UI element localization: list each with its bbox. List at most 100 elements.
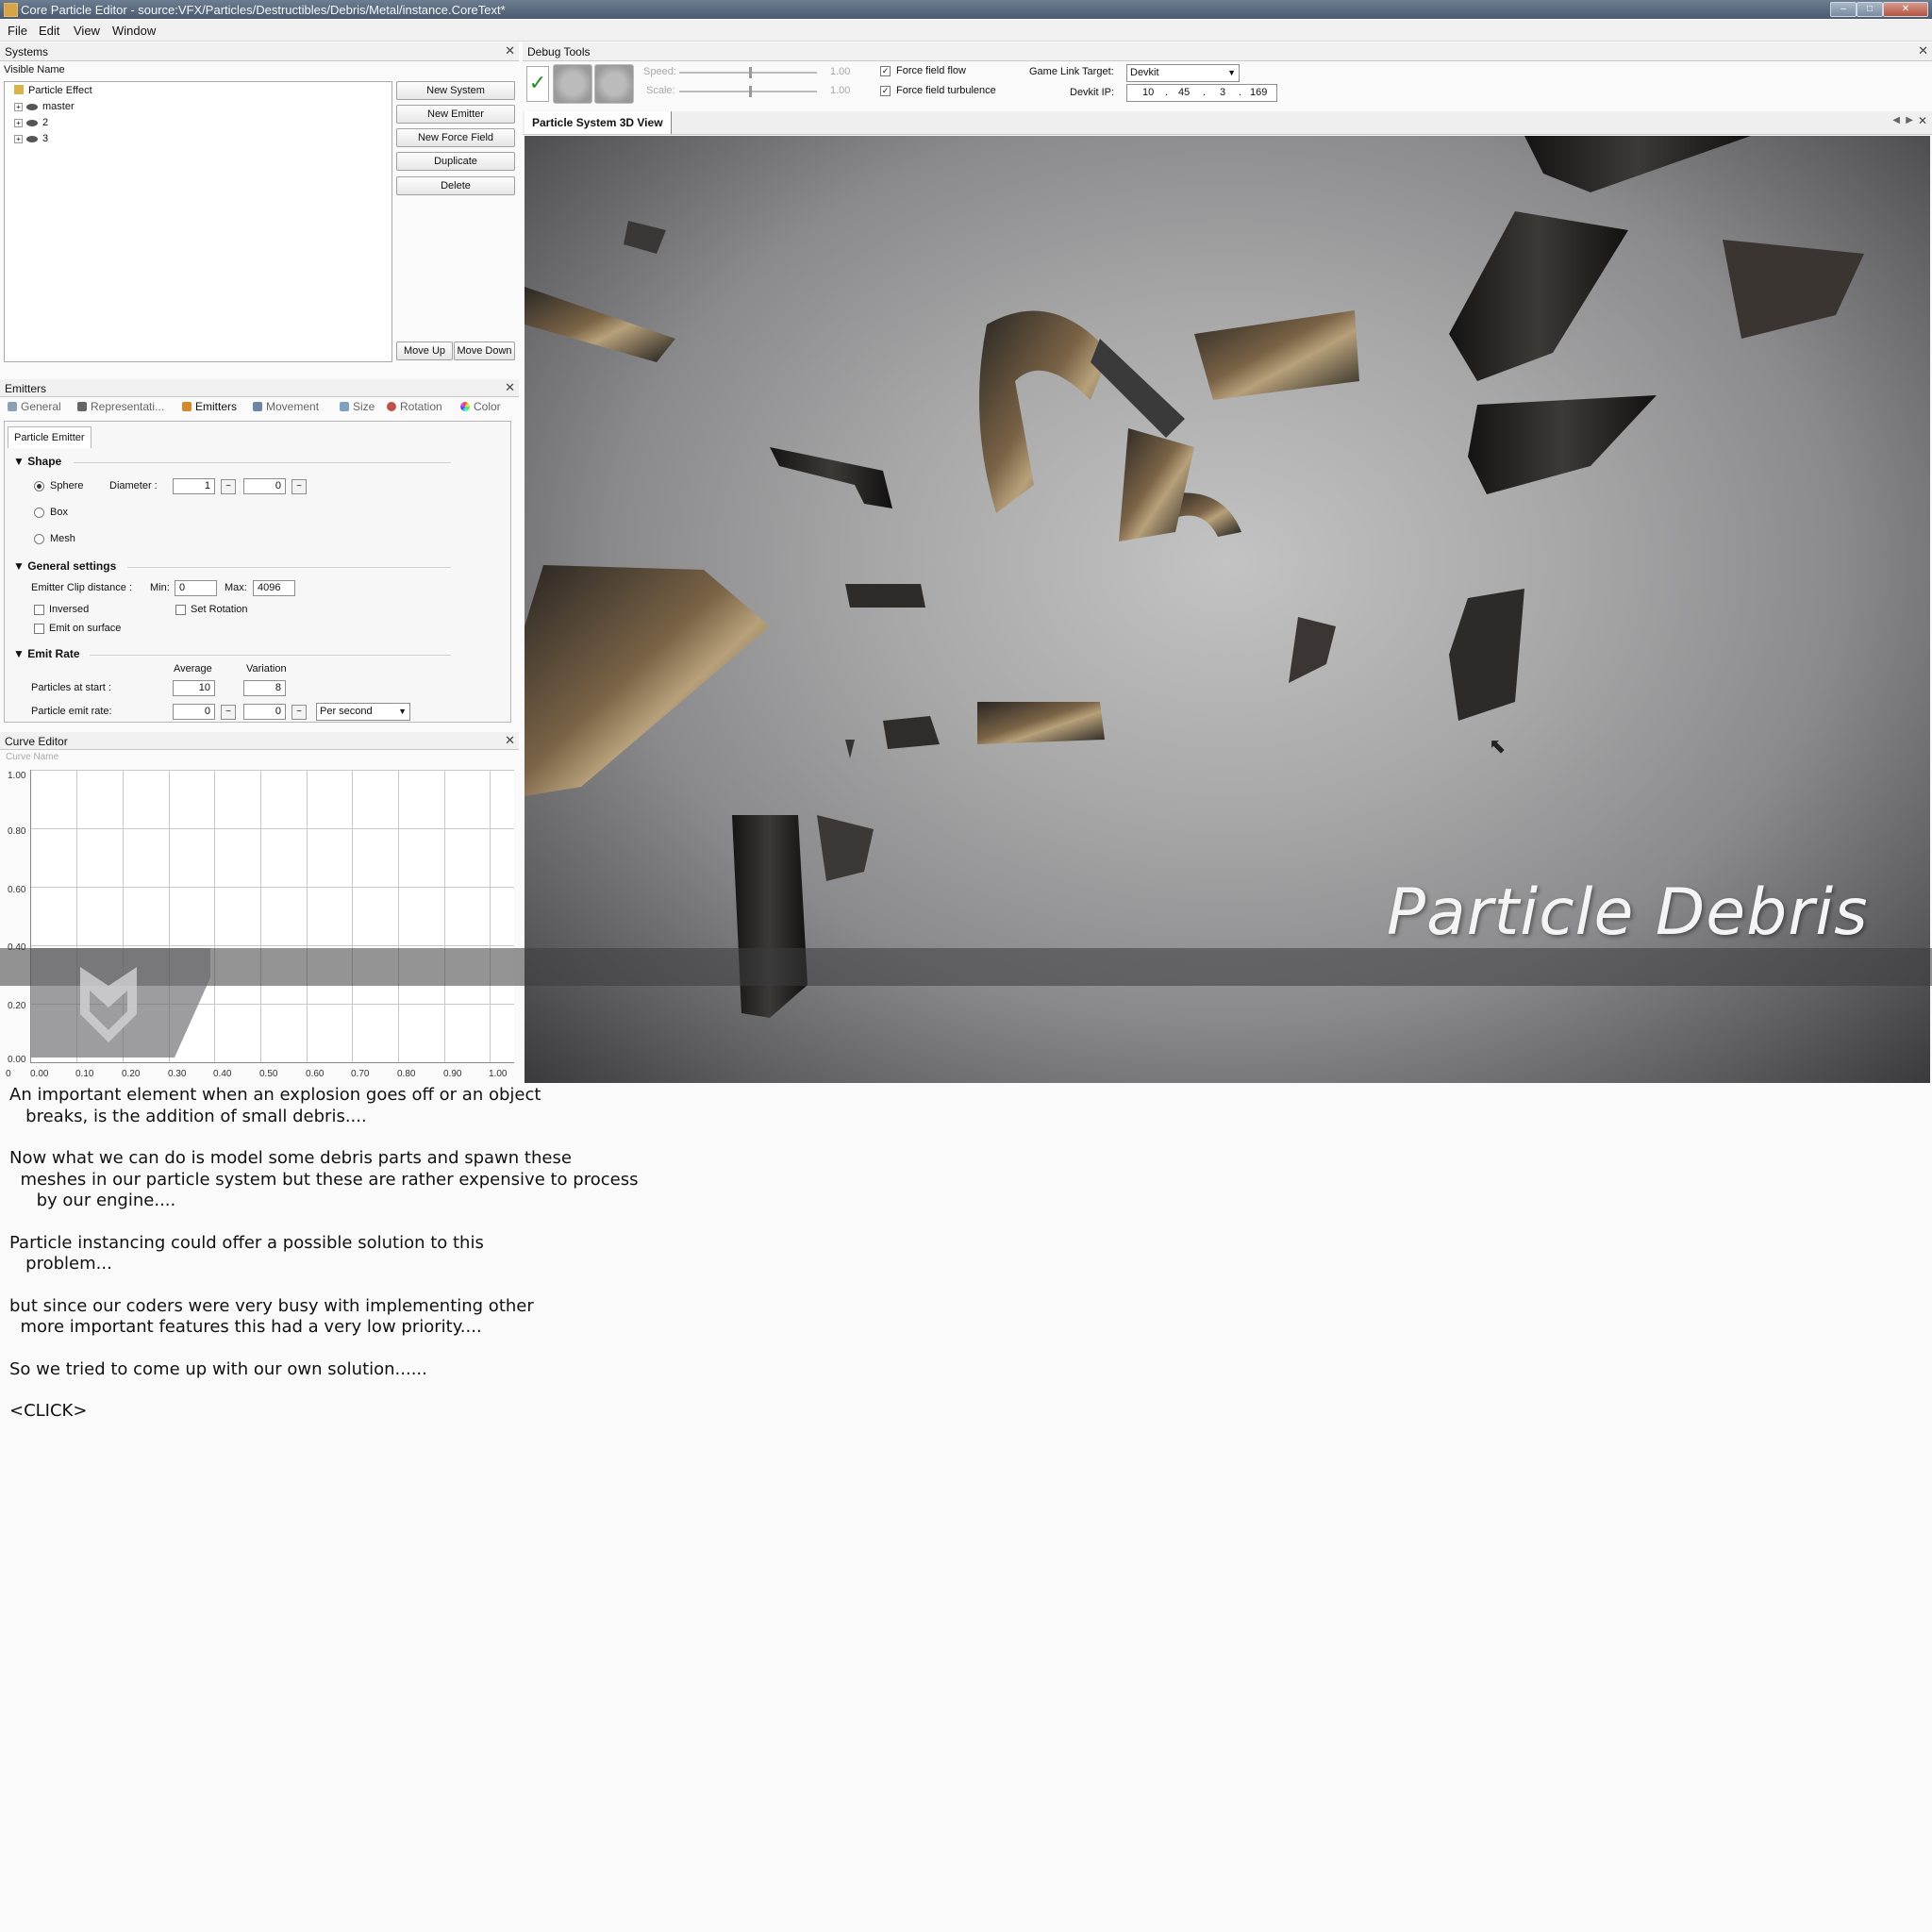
section-label: Shape bbox=[27, 455, 62, 468]
shape-section-heading[interactable]: ▼ Shape bbox=[13, 455, 61, 468]
force-field-turbulence-checkbox[interactable]: ✓ bbox=[880, 86, 891, 96]
close-window-button[interactable]: ✕ bbox=[1883, 2, 1928, 17]
debris-piece bbox=[1468, 395, 1657, 494]
tab-particle-emitter[interactable]: Particle Emitter bbox=[8, 426, 92, 448]
tab-general[interactable]: General bbox=[8, 400, 61, 413]
expand-icon[interactable]: + bbox=[14, 102, 23, 111]
curve-toggle-icon[interactable]: ~ bbox=[291, 479, 307, 494]
emit-rate-variation-input[interactable]: 0 bbox=[243, 704, 286, 720]
x-tick: 0.10 bbox=[75, 1069, 94, 1079]
close-icon[interactable]: ✕ bbox=[505, 733, 515, 748]
move-down-button[interactable]: Move Down bbox=[454, 341, 515, 360]
tab-scroll-left-icon[interactable]: ◀ bbox=[1892, 115, 1900, 125]
new-force-field-button[interactable]: New Force Field bbox=[396, 128, 515, 147]
game-link-select[interactable]: Devkit ▼ bbox=[1126, 64, 1240, 82]
tab-particle-system-3d-view[interactable]: Particle System 3D View bbox=[525, 111, 672, 134]
particles-start-variation-input[interactable]: 8 bbox=[243, 680, 286, 696]
gridline bbox=[352, 770, 353, 1062]
close-icon[interactable]: ✕ bbox=[505, 380, 515, 395]
tree-item-2[interactable]: +2 bbox=[14, 117, 48, 128]
clip-min-input[interactable]: 0 bbox=[175, 580, 217, 596]
slider-handle[interactable] bbox=[749, 67, 752, 78]
eye-icon[interactable] bbox=[26, 103, 38, 110]
emit-rate-heading[interactable]: ▼ Emit Rate bbox=[13, 647, 80, 660]
menu-window[interactable]: Window bbox=[112, 24, 156, 38]
notes-paragraph: So we tried to come up with our own solu… bbox=[9, 1358, 427, 1379]
inversed-label: Inversed bbox=[49, 604, 90, 615]
systems-panel-title: Systems bbox=[5, 45, 49, 58]
force-field-flow-checkbox[interactable]: ✓ bbox=[880, 66, 891, 76]
ip-octet: 169 bbox=[1250, 87, 1268, 98]
curve-toggle-icon[interactable]: ~ bbox=[291, 705, 307, 720]
gridline bbox=[444, 770, 445, 1062]
devkit-ip-input[interactable]: 10 . 45 . 3 . 169 bbox=[1126, 84, 1277, 102]
checkmark-icon[interactable]: ✓ bbox=[526, 66, 549, 102]
menu-file[interactable]: File bbox=[8, 24, 27, 38]
tree-item-3[interactable]: +3 bbox=[14, 133, 48, 144]
emit-rate-average-input[interactable]: 0 bbox=[173, 704, 215, 720]
close-icon[interactable]: ✕ bbox=[1918, 114, 1927, 127]
menu-bar: File Edit View Window bbox=[0, 20, 1932, 42]
tab-label: Size bbox=[353, 400, 375, 413]
emitter-icon bbox=[182, 402, 192, 411]
curve-name-field[interactable]: Curve Name bbox=[6, 752, 58, 762]
tree-item-master[interactable]: + master bbox=[14, 101, 75, 112]
close-icon[interactable]: ✕ bbox=[505, 43, 515, 58]
radio-sphere[interactable] bbox=[34, 481, 44, 491]
average-label: Average bbox=[174, 663, 212, 675]
menu-view[interactable]: View bbox=[74, 24, 100, 38]
diameter-input-2[interactable]: 0 bbox=[243, 478, 286, 494]
tab-label: Movement bbox=[266, 400, 320, 413]
gridline bbox=[307, 770, 308, 1062]
studio-logo-shape bbox=[80, 967, 137, 1042]
debris-piece bbox=[1449, 589, 1524, 721]
emit-rate-unit-select[interactable]: Per second ▼ bbox=[316, 703, 410, 721]
expand-icon[interactable]: + bbox=[14, 118, 23, 127]
diameter-input-1[interactable]: 1 bbox=[173, 478, 215, 494]
expand-icon[interactable]: + bbox=[14, 134, 23, 143]
speed-slider[interactable] bbox=[679, 67, 817, 78]
minimize-button[interactable]: – bbox=[1830, 2, 1857, 17]
debris-piece bbox=[525, 287, 675, 362]
force-field-flow-label: Force field flow bbox=[896, 65, 966, 76]
curve-toggle-icon[interactable]: ~ bbox=[221, 705, 236, 720]
inversed-checkbox[interactable] bbox=[34, 605, 44, 615]
new-emitter-button[interactable]: New Emitter bbox=[396, 105, 515, 124]
eye-toggle-icon[interactable] bbox=[553, 64, 592, 104]
curve-toggle-icon[interactable]: ~ bbox=[221, 479, 236, 494]
tab-rotation[interactable]: Rotation bbox=[387, 400, 442, 413]
tab-color[interactable]: Color bbox=[460, 400, 501, 413]
max-label: Max: bbox=[225, 582, 247, 593]
new-system-button[interactable]: New System bbox=[396, 81, 515, 100]
maximize-button[interactable]: □ bbox=[1857, 2, 1883, 17]
min-label: Min: bbox=[150, 582, 170, 593]
notes-paragraph: but since our coders were very busy with… bbox=[9, 1295, 534, 1338]
eye-icon[interactable] bbox=[26, 119, 38, 126]
tab-emitters[interactable]: Emitters bbox=[182, 400, 237, 413]
clip-max-input[interactable]: 4096 bbox=[253, 580, 295, 596]
duplicate-button[interactable]: Duplicate bbox=[396, 152, 515, 171]
slider-handle[interactable] bbox=[749, 86, 752, 97]
radio-box[interactable] bbox=[34, 508, 44, 518]
tab-representation[interactable]: Representati... bbox=[77, 400, 164, 413]
chevron-down-icon: ▼ bbox=[1227, 68, 1236, 77]
menu-edit[interactable]: Edit bbox=[39, 24, 59, 38]
particles-start-average-input[interactable]: 10 bbox=[173, 680, 215, 696]
close-icon[interactable]: ✕ bbox=[1918, 43, 1928, 58]
general-settings-heading[interactable]: ▼ General settings bbox=[13, 559, 116, 573]
set-rotation-checkbox[interactable] bbox=[175, 605, 186, 615]
x-tick: 0.40 bbox=[213, 1069, 232, 1079]
tab-movement[interactable]: Movement bbox=[253, 400, 319, 413]
move-up-button[interactable]: Move Up bbox=[396, 341, 453, 360]
gridline bbox=[260, 770, 261, 1062]
tab-size[interactable]: Size bbox=[340, 400, 375, 413]
refresh-icon[interactable] bbox=[594, 64, 634, 104]
tab-scroll-right-icon[interactable]: ▶ bbox=[1906, 115, 1913, 125]
radio-mesh[interactable] bbox=[34, 534, 44, 544]
delete-button[interactable]: Delete bbox=[396, 176, 515, 195]
tree-item-root[interactable]: Particle Effect bbox=[14, 85, 92, 96]
eye-icon[interactable] bbox=[26, 135, 38, 142]
scale-slider[interactable] bbox=[679, 86, 817, 97]
emit-on-surface-checkbox[interactable] bbox=[34, 624, 44, 634]
notes-paragraph: Particle instancing could offer a possib… bbox=[9, 1232, 484, 1274]
